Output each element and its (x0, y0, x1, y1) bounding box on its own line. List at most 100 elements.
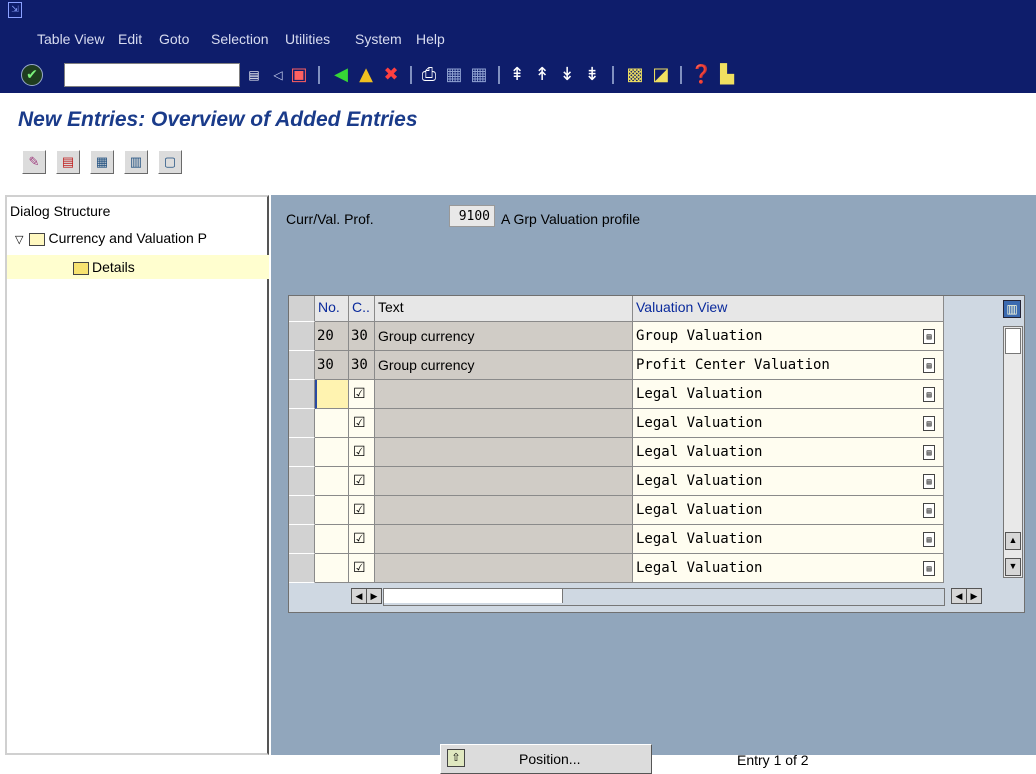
value-help-icon[interactable]: ▤ (923, 532, 935, 547)
menu-edit[interactable]: Edit (118, 31, 142, 47)
value-help-icon[interactable]: ▤ (923, 445, 935, 460)
checkbox-icon[interactable]: ☑ (351, 502, 366, 518)
table-cell-no[interactable] (315, 409, 349, 438)
menu-utilities[interactable]: Utilities (285, 31, 330, 47)
enter-icon[interactable]: ✔ (21, 64, 43, 86)
table-cell-c[interactable]: ☑ (349, 496, 375, 525)
value-help-icon[interactable]: ▤ (923, 416, 935, 431)
row-selector[interactable] (289, 554, 315, 583)
last-page-icon[interactable]: ⇟ (581, 64, 603, 86)
table-cell-no[interactable] (315, 496, 349, 525)
checkbox-icon[interactable]: ☑ (351, 386, 366, 402)
scroll-right-icon[interactable]: ▶ (966, 588, 982, 604)
cancel-icon[interactable]: ✖ (380, 64, 402, 86)
column-header-text[interactable]: Text (375, 296, 633, 322)
row-selector[interactable] (289, 525, 315, 554)
delete-icon[interactable]: ▤ (56, 150, 80, 174)
value-help-icon[interactable]: ▤ (923, 503, 935, 518)
table-cell-no[interactable] (315, 380, 349, 409)
scroll-right-icon[interactable]: ▶ (366, 588, 382, 604)
scroll-left-icon[interactable]: ◀ (351, 588, 367, 604)
print-icon[interactable]: ⎙ (418, 64, 440, 86)
shortcut-icon[interactable]: ◪ (650, 64, 672, 86)
table-cell-no[interactable]: 20 (315, 322, 349, 351)
command-field[interactable] (64, 63, 240, 87)
menu-help[interactable]: Help (416, 31, 445, 47)
checkbox-icon[interactable]: ☑ (351, 560, 366, 576)
horizontal-scroll-thumb[interactable] (384, 589, 563, 603)
table-cell-valuation-view[interactable]: Group Valuation ▤ (633, 322, 944, 351)
row-selector[interactable] (289, 322, 315, 351)
tree-item-details[interactable]: Details (7, 255, 269, 279)
position-button[interactable]: ⇧ Position... (440, 744, 652, 774)
back-icon[interactable]: ◀ (330, 64, 352, 86)
checkbox-icon[interactable]: ☑ (351, 415, 366, 431)
vertical-scroll-thumb[interactable] (1005, 328, 1021, 354)
previous-page-icon[interactable]: ↟ (531, 64, 553, 86)
table-cell-valuation-view[interactable]: Legal Valuation ▤ (633, 525, 944, 554)
checkbox-icon[interactable]: ☑ (351, 473, 366, 489)
value-help-icon[interactable]: ▤ (923, 329, 935, 344)
column-header-no[interactable]: No. (315, 296, 349, 322)
scroll-up-icon[interactable]: ▲ (1005, 532, 1021, 550)
deselect-all-icon[interactable]: ▢ (158, 150, 182, 174)
select-block-icon[interactable]: ▥ (124, 150, 148, 174)
tree-item-currency-valuation[interactable]: ▽ Currency and Valuation P (15, 230, 207, 246)
history-icon[interactable]: ▤ (246, 64, 262, 86)
value-help-icon[interactable]: ▤ (923, 474, 935, 489)
menu-table-view[interactable]: Table View (37, 31, 104, 47)
system-menu-icon[interactable]: ⇲ (8, 2, 22, 18)
back-arrow-icon[interactable]: ◁ (272, 64, 284, 86)
row-selector[interactable] (289, 380, 315, 409)
table-cell-c[interactable]: 30 (349, 351, 375, 380)
menu-goto[interactable]: Goto (159, 31, 189, 47)
table-cell-no[interactable] (315, 438, 349, 467)
expand-triangle-icon[interactable]: ▽ (15, 234, 23, 246)
table-cell-valuation-view[interactable]: Legal Valuation ▤ (633, 554, 944, 583)
table-cell-c[interactable]: ☑ (349, 467, 375, 496)
next-page-icon[interactable]: ↡ (556, 64, 578, 86)
table-cell-valuation-view[interactable]: Legal Valuation ▤ (633, 438, 944, 467)
exit-icon[interactable]: ▲ (355, 64, 377, 86)
select-all-rows-button[interactable] (289, 296, 315, 322)
menu-selection[interactable]: Selection (211, 31, 269, 47)
table-cell-c[interactable]: ☑ (349, 554, 375, 583)
table-cell-c[interactable]: ☑ (349, 409, 375, 438)
column-header-valuation-view[interactable]: Valuation View (633, 296, 944, 322)
checkbox-icon[interactable]: ☑ (351, 531, 366, 547)
value-help-icon[interactable]: ▤ (923, 387, 935, 402)
checkbox-icon[interactable]: ☑ (351, 444, 366, 460)
table-cell-no[interactable] (315, 554, 349, 583)
table-cell-no[interactable] (315, 525, 349, 554)
row-selector[interactable] (289, 438, 315, 467)
select-all-icon[interactable]: ▦ (90, 150, 114, 174)
table-cell-no[interactable]: 30 (315, 351, 349, 380)
table-cell-c[interactable]: ☑ (349, 525, 375, 554)
save-icon[interactable]: ▣ (288, 64, 310, 86)
table-cell-valuation-view[interactable]: Legal Valuation ▤ (633, 409, 944, 438)
table-cell-valuation-view[interactable]: Legal Valuation ▤ (633, 496, 944, 525)
help-icon[interactable]: ❓ (690, 64, 712, 86)
menu-system[interactable]: System (355, 31, 402, 47)
value-help-icon[interactable]: ▤ (923, 358, 935, 373)
table-cell-valuation-view[interactable]: Legal Valuation ▤ (633, 467, 944, 496)
table-cell-no[interactable] (315, 467, 349, 496)
table-settings-icon[interactable]: ▥ (1003, 300, 1021, 318)
row-selector[interactable] (289, 496, 315, 525)
row-selector[interactable] (289, 409, 315, 438)
column-header-c[interactable]: C.. (349, 296, 375, 322)
scroll-down-icon[interactable]: ▼ (1005, 558, 1021, 576)
row-selector[interactable] (289, 351, 315, 380)
layout-icon[interactable]: ▙ (716, 64, 738, 86)
scroll-left-icon[interactable]: ◀ (951, 588, 967, 604)
value-help-icon[interactable]: ▤ (923, 561, 935, 576)
change-display-icon[interactable]: ✎ (22, 150, 46, 174)
table-cell-valuation-view[interactable]: Profit Center Valuation ▤ (633, 351, 944, 380)
row-selector[interactable] (289, 467, 315, 496)
find-icon[interactable]: ▦ (443, 64, 465, 86)
table-cell-c[interactable]: ☑ (349, 380, 375, 409)
find-next-icon[interactable]: ▦ (468, 64, 490, 86)
create-session-icon[interactable]: ▩ (624, 64, 646, 86)
table-cell-c[interactable]: 30 (349, 322, 375, 351)
first-page-icon[interactable]: ⇞ (506, 64, 528, 86)
